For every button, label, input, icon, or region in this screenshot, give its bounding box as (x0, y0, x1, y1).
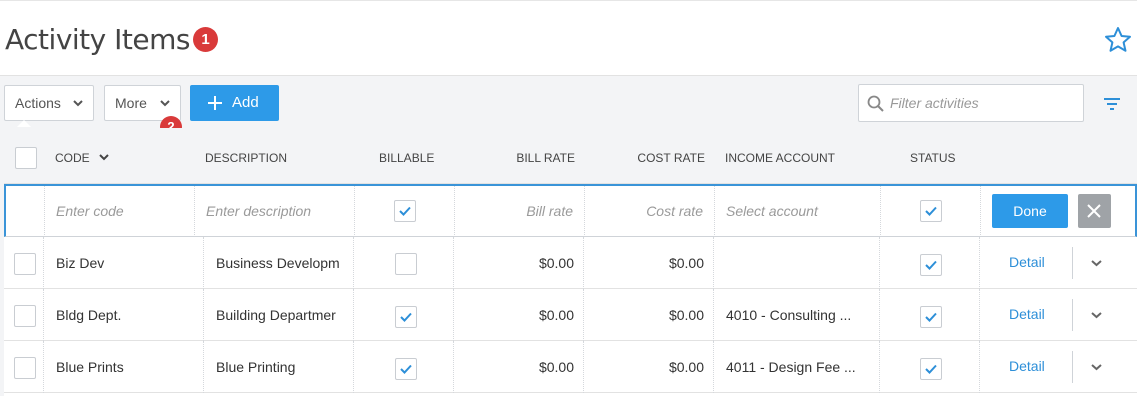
activity-table: CODE DESCRIPTION BILLABLE BILL RATE COST… (4, 128, 1137, 396)
actions-dropdown[interactable]: Actions (4, 85, 94, 121)
code-input[interactable] (56, 186, 186, 235)
row-bill-rate: $0.00 (538, 255, 574, 271)
row-description: Business Developm (216, 255, 340, 271)
billable-checkbox[interactable] (394, 200, 416, 222)
divider (1072, 247, 1073, 279)
row-select-checkbox[interactable] (14, 253, 36, 275)
actions-label: Actions (15, 95, 61, 111)
plus-icon (208, 96, 222, 110)
status-checkbox[interactable] (920, 200, 942, 222)
chevron-down-icon[interactable] (1091, 259, 1102, 267)
page-header: Activity Items 1 (0, 0, 1137, 76)
income-account-select[interactable] (726, 186, 876, 235)
column-header-bill-rate[interactable]: BILL RATE (454, 151, 575, 165)
select-all-checkbox[interactable] (15, 147, 37, 169)
row-select-checkbox[interactable] (14, 305, 36, 327)
row-bill-rate: $0.00 (538, 307, 574, 323)
status-checkbox[interactable] (920, 358, 942, 380)
search-icon (867, 95, 884, 112)
detail-link[interactable]: Detail (1009, 254, 1045, 270)
billable-checkbox[interactable] (395, 358, 417, 380)
chevron-down-icon[interactable] (1091, 311, 1102, 319)
row-cost-rate: $0.00 (668, 359, 704, 375)
check-icon (400, 312, 412, 322)
page-title: Activity Items (5, 23, 190, 56)
status-checkbox[interactable] (920, 306, 942, 328)
check-icon (925, 206, 937, 216)
add-label: Add (232, 94, 259, 111)
cost-rate-input[interactable] (596, 186, 703, 235)
chevron-down-icon (160, 100, 170, 107)
detail-link[interactable]: Detail (1009, 306, 1045, 322)
new-item-row: Done (4, 184, 1137, 237)
table-header: CODE DESCRIPTION BILLABLE BILL RATE COST… (4, 128, 1137, 184)
row-cost-rate: $0.00 (668, 307, 704, 323)
step-badge-1: 1 (193, 27, 218, 52)
column-header-billable[interactable]: BILLABLE (379, 151, 434, 165)
row-bill-rate: $0.00 (538, 359, 574, 375)
row-description: Blue Printing (216, 359, 296, 375)
column-header-cost-rate[interactable]: COST RATE (584, 151, 705, 165)
search-box (858, 84, 1084, 122)
row-description: Building Departmer (216, 307, 336, 323)
table-row[interactable]: Blue Prints Blue Printing $0.00 $0.00 40… (4, 341, 1137, 393)
detail-link[interactable]: Detail (1009, 358, 1045, 374)
search-input[interactable] (890, 86, 1080, 120)
chevron-down-icon[interactable] (1091, 363, 1102, 371)
filter-icon[interactable] (1103, 97, 1121, 111)
bill-rate-input[interactable] (466, 186, 573, 235)
row-select-checkbox[interactable] (14, 357, 36, 379)
check-icon (399, 206, 411, 216)
column-header-code[interactable]: CODE (55, 151, 90, 165)
billable-checkbox[interactable] (395, 306, 417, 328)
chevron-down-icon (73, 100, 83, 107)
status-checkbox[interactable] (920, 254, 942, 276)
divider (1072, 351, 1073, 383)
sort-chevron-icon[interactable] (99, 153, 109, 161)
column-header-income-account[interactable]: INCOME ACCOUNT (725, 151, 835, 165)
check-icon (925, 312, 937, 322)
dropdown-caret (17, 120, 31, 127)
row-income-account: 4011 - Design Fee ... (726, 359, 856, 375)
check-icon (400, 364, 412, 374)
row-cost-rate: $0.00 (668, 255, 704, 271)
row-code: Blue Prints (56, 359, 124, 375)
billable-checkbox[interactable] (395, 253, 417, 275)
cancel-button[interactable] (1078, 194, 1111, 228)
done-button[interactable]: Done (992, 194, 1068, 228)
close-icon (1087, 204, 1101, 218)
divider (1072, 299, 1073, 331)
check-icon (925, 260, 937, 270)
column-header-status[interactable]: STATUS (910, 151, 956, 165)
description-input[interactable] (206, 186, 346, 235)
row-code: Bldg Dept. (56, 307, 122, 323)
add-button[interactable]: Add (190, 85, 279, 121)
more-label: More (115, 95, 147, 111)
column-header-description[interactable]: DESCRIPTION (205, 151, 287, 165)
row-income-account: 4010 - Consulting ... (726, 307, 852, 323)
row-code: Biz Dev (56, 255, 105, 271)
table-row[interactable]: Bldg Dept. Building Departmer $0.00 $0.0… (4, 289, 1137, 341)
table-row[interactable]: Biz Dev Business Developm $0.00 $0.00 De… (4, 237, 1137, 289)
check-icon (925, 364, 937, 374)
star-icon[interactable] (1103, 25, 1133, 55)
